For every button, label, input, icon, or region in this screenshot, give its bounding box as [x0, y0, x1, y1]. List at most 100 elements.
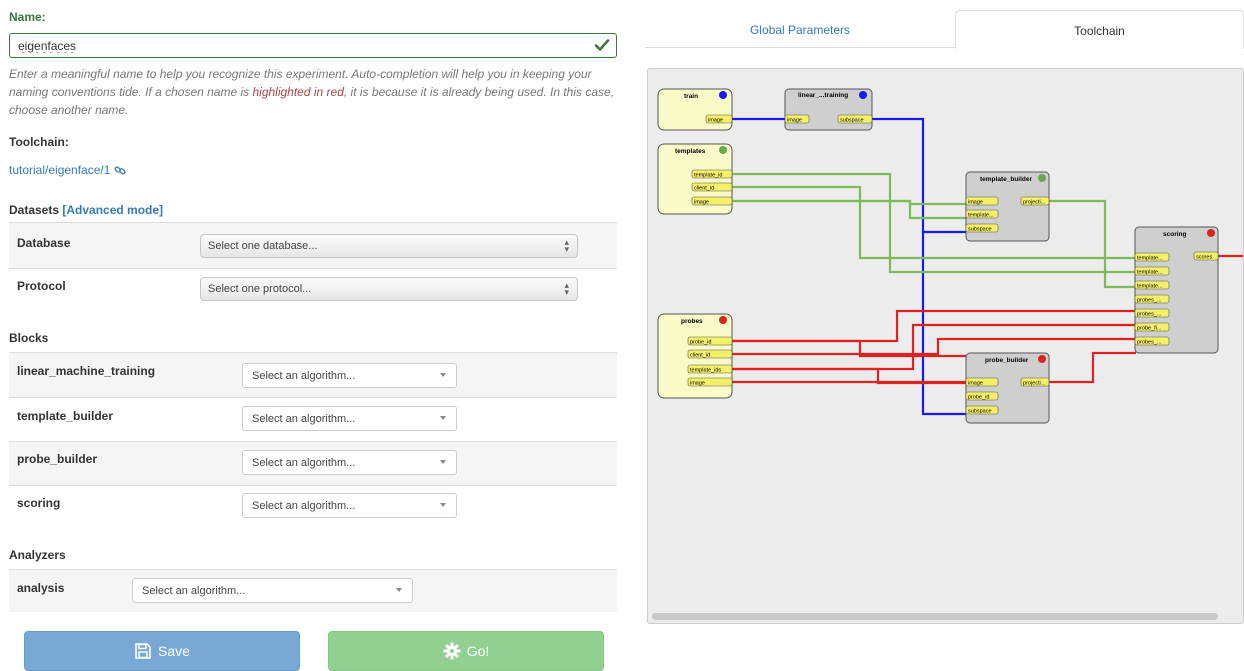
database-label: Database	[17, 236, 71, 250]
block-row: template_builder Select an algorithm...	[9, 397, 617, 441]
block-name: probe_builder	[17, 452, 98, 466]
node-title: probe_builder	[985, 357, 1029, 364]
port-label: scores	[1196, 255, 1212, 261]
wire-group-green	[732, 172, 1136, 289]
highlight-text: highlighted in red	[252, 85, 344, 99]
block-row: probe_builder Select an algorithm...	[9, 441, 617, 485]
toolchain-diagram: train image linear_...training image sub…	[657, 88, 1243, 424]
port-label: probe_id	[690, 340, 711, 346]
port-label: image	[787, 118, 802, 124]
analyzer-name: analysis	[17, 581, 65, 595]
status-dot	[1038, 174, 1046, 182]
status-dot	[859, 91, 867, 99]
caret-down-icon	[440, 460, 446, 464]
node-train[interactable]: train image	[657, 88, 733, 131]
node-title: scoring	[1163, 231, 1187, 238]
name-help-text: Enter a meaningful name to help you reco…	[9, 67, 615, 117]
horizontal-scrollbar[interactable]	[652, 613, 1218, 620]
experiment-form: Name: Enter a meaningful name to help yo…	[0, 0, 628, 671]
caret-down-icon	[440, 503, 446, 507]
save-button[interactable]: Save	[24, 631, 300, 671]
protocol-row: Protocol Select one protocol... ▴ ▾	[9, 268, 617, 310]
status-dot	[719, 316, 727, 324]
advanced-mode-link[interactable]: [Advanced mode]	[62, 203, 163, 217]
port-label: image	[708, 118, 723, 124]
tab-toolchain[interactable]: Toolchain	[955, 10, 1244, 49]
node-title: probes	[681, 318, 703, 325]
tab-bar: Global Parameters Toolchain	[645, 10, 1244, 49]
node-title: linear_...training	[798, 92, 848, 99]
status-dot	[1207, 229, 1215, 237]
wire	[921, 232, 966, 416]
port-label: subspace	[840, 118, 864, 124]
wire	[1049, 199, 1136, 289]
select-arrows-icon: ▴ ▾	[564, 237, 569, 254]
node-title: template_builder	[980, 176, 1032, 183]
datasets-label: Datasets [Advanced mode]	[9, 203, 164, 217]
database-row: Database Select one database... ▴ ▾	[9, 222, 617, 268]
analyzer-algorithm-select[interactable]: Select an algorithm...	[132, 578, 413, 603]
floppy-disk-icon	[135, 643, 151, 659]
port-label: template_id	[694, 173, 722, 179]
toolchain-label: Toolchain:	[9, 135, 69, 149]
port-label: client_id	[690, 353, 710, 359]
toolchain-canvas[interactable]: train image linear_...training image sub…	[647, 68, 1244, 624]
gear-icon	[443, 642, 461, 660]
toolchain-panel: Global Parameters Toolchain train image …	[645, 10, 1244, 671]
node-scoring[interactable]: scoring template... template... template…	[1134, 226, 1219, 354]
protocol-label: Protocol	[17, 279, 66, 293]
caret-down-icon	[440, 416, 446, 420]
go-button[interactable]: Go!	[328, 631, 604, 671]
port-label: probe_fi...	[1137, 326, 1162, 332]
name-label: Name:	[9, 10, 46, 24]
tab-global-parameters[interactable]: Global Parameters	[645, 10, 955, 49]
algorithm-select[interactable]: Select an algorithm...	[242, 406, 457, 431]
port-label: subspace	[968, 227, 992, 233]
block-name: linear_machine_training	[17, 364, 156, 378]
protocol-select[interactable]: Select one protocol... ▴ ▾	[200, 277, 578, 301]
check-icon	[594, 39, 610, 51]
blocks-label: Blocks	[9, 331, 49, 345]
node-linear-machine-training[interactable]: linear_...training image subspace	[784, 88, 873, 131]
port-label: template...	[1137, 270, 1163, 276]
algorithm-select[interactable]: Select an algorithm...	[242, 450, 457, 475]
wire	[732, 185, 1136, 260]
port-label: template...	[1137, 256, 1163, 262]
node-title: train	[684, 93, 698, 100]
port-label: image	[968, 381, 983, 387]
node-probe-builder[interactable]: probe_builder image probe_id subspace pr…	[965, 352, 1050, 424]
toolchain-link[interactable]: tutorial/eigenface/1	[9, 163, 127, 177]
port-label: template_ids	[690, 368, 721, 374]
port-label: probes_...	[1137, 312, 1162, 318]
port-label: probe_id	[968, 395, 989, 401]
wire	[732, 323, 1136, 371]
caret-down-icon	[396, 588, 402, 592]
node-template-builder[interactable]: template_builder image template... subsp…	[965, 171, 1050, 242]
port-label: template...	[968, 213, 994, 219]
port-label: projecti...	[1023, 200, 1046, 206]
block-name: template_builder	[17, 409, 114, 423]
node-title: templates	[675, 148, 706, 155]
port-label: template...	[1137, 284, 1163, 290]
name-input[interactable]	[9, 33, 617, 58]
database-select[interactable]: Select one database... ▴ ▾	[200, 234, 578, 258]
port-label: image	[968, 200, 983, 206]
algorithm-select[interactable]: Select an algorithm...	[242, 493, 457, 518]
port-label: image	[694, 200, 709, 206]
select-arrows-icon: ▴ ▾	[564, 280, 569, 297]
block-row: linear_machine_training Select an algori…	[9, 352, 617, 397]
port-label: probes_...	[1137, 298, 1162, 304]
block-row: scoring Select an algorithm...	[9, 485, 617, 528]
node-templates[interactable]: templates template_id client_id image	[657, 143, 733, 215]
analyzer-row: analysis Select an algorithm...	[9, 569, 617, 612]
toolchain-link-text[interactable]: tutorial/eigenface/1	[9, 163, 110, 177]
block-name: scoring	[17, 496, 61, 510]
algorithm-select[interactable]: Select an algorithm...	[242, 363, 457, 388]
wire	[1049, 351, 1136, 384]
port-label: projecti...	[1023, 381, 1046, 387]
node-probes[interactable]: probes probe_id client_id template_ids i…	[657, 313, 733, 399]
status-dot	[719, 91, 727, 99]
port-label: image	[690, 381, 705, 387]
port-label: client_id	[694, 186, 714, 192]
port-label: subspace	[968, 409, 992, 415]
